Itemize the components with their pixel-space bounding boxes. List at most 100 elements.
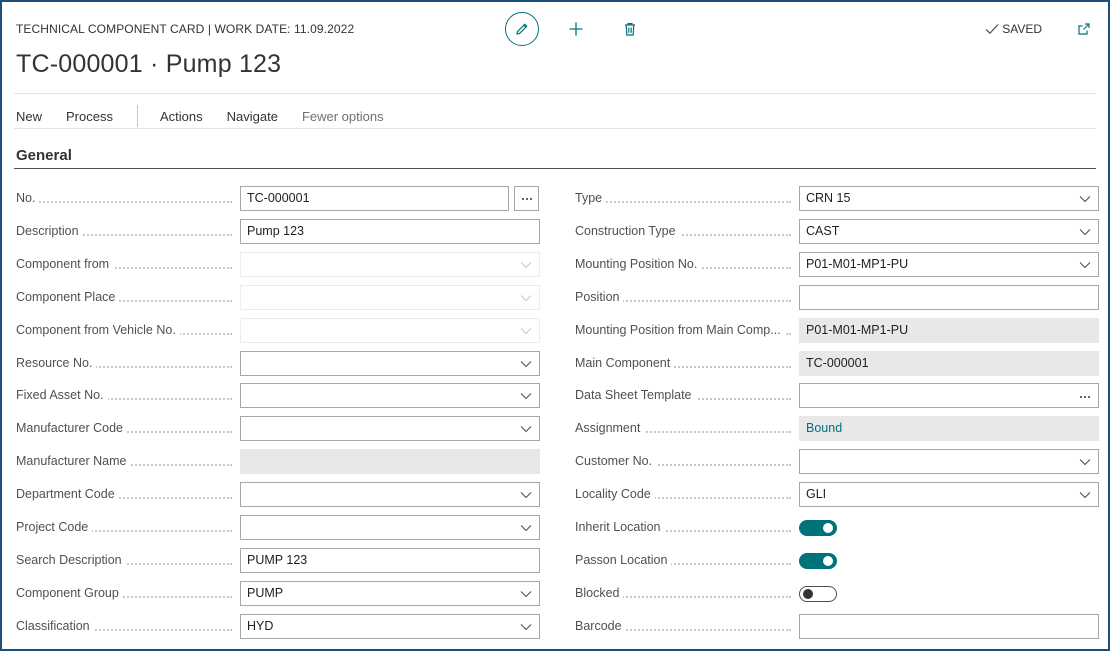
field-row-component-from: Component from [16,252,540,277]
field-row-inherit-location: Inherit Location [575,515,1099,540]
readonly-field: TC-000001 [799,351,1099,376]
field-label-text: Project Code [16,520,93,534]
readonly-link-field[interactable]: Bound [799,416,1099,441]
field-row-component-from-vehicle-no: Component from Vehicle No. [16,318,540,343]
toggle-switch[interactable] [799,586,837,602]
menu-navigate[interactable]: Navigate [227,109,278,124]
field-label: Manufacturer Code [16,416,236,441]
popout-icon [1078,23,1090,35]
text-input[interactable]: Pump 123 [240,219,540,244]
field-row-data-sheet-template: Data Sheet Template [575,383,1099,408]
field-value: TC-000001 [806,356,869,370]
field-label-text: Barcode [575,619,626,633]
field-row-search-description: Search Description PUMP 123 [16,548,540,573]
field-label: Main Component [575,351,795,376]
field-row-main-component: Main Component TC-000001 [575,351,1099,376]
field-row-mounting-position-from-main-comp: Mounting Position from Main Comp... P01-M… [575,318,1099,343]
label-leader-dots [16,201,232,203]
edit-button[interactable] [505,12,539,46]
field-row-resource-no: Resource No. [16,351,540,376]
field-label: Department Code [16,482,236,507]
field-label: Barcode [575,614,795,639]
label-leader-dots [575,201,791,203]
new-record-button[interactable] [559,12,593,46]
field-label: Data Sheet Template [575,383,795,408]
field-row-barcode: Barcode [575,614,1099,639]
field-label-text: No. [16,191,40,205]
menu-fewer-options[interactable]: Fewer options [302,109,384,124]
field-label: Assignment [575,416,795,441]
menu-process[interactable]: Process [66,109,113,124]
text-input[interactable] [799,285,1099,310]
select-input[interactable]: P01-M01-MP1-PU [799,252,1099,277]
menu-new[interactable]: New [16,109,42,124]
readonly-field: P01-M01-MP1-PU [799,318,1099,343]
field-label-text: Manufacturer Code [16,421,128,435]
select-input[interactable] [240,482,540,507]
select-input[interactable] [240,383,540,408]
field-label-text: Data Sheet Template [575,388,696,402]
field-row-department-code: Department Code [16,482,540,507]
saved-label: SAVED [1002,22,1042,36]
menu-actions[interactable]: Actions [160,109,203,124]
field-label: Position [575,285,795,310]
delete-button[interactable] [613,12,647,46]
ellipsis-icon [521,197,532,200]
field-label: Component Place [16,285,236,310]
open-in-new-window-button[interactable] [1074,19,1094,39]
field-label: Mounting Position No. [575,252,795,277]
field-label-text: Passon Location [575,553,672,567]
select-input[interactable] [240,515,540,540]
field-row-component-place: Component Place [16,285,540,310]
toggle-switch[interactable] [799,553,837,569]
select-input[interactable] [799,449,1099,474]
select-input[interactable]: CRN 15 [799,186,1099,211]
field-label: Classification [16,614,236,639]
text-input[interactable]: TC-000001 [240,186,509,211]
menu-separator [136,105,138,127]
field-label: Component from Vehicle No. [16,318,236,343]
field-label: Search Description [16,548,236,573]
chevron-down-icon [1079,459,1091,466]
ellipsis-icon[interactable] [1079,390,1091,402]
field-label: Mounting Position from Main Comp... [575,318,795,343]
toggle-switch[interactable] [799,520,837,536]
field-label-text: Fixed Asset No. [16,388,108,402]
field-label-text: Construction Type [575,224,680,238]
text-input[interactable] [799,614,1099,639]
field-row-manufacturer-name: Manufacturer Name [16,449,540,474]
field-value: HYD [247,619,274,633]
text-input[interactable]: PUMP 123 [240,548,540,573]
field-label: Project Code [16,515,236,540]
field-label: Component Group [16,581,236,606]
field-label-text: Mounting Position from Main Comp... [575,323,785,337]
field-label-text: Assignment [575,421,645,435]
select-input-disabled [240,318,540,343]
chevron-down-icon [520,591,532,598]
field-row-locality-code: Locality Code GLI [575,482,1099,507]
field-label-text: Component Place [16,290,120,304]
field-label-text: Classification [16,619,94,633]
menu-divider [14,128,1096,129]
field-label: Resource No. [16,351,236,376]
field-row-blocked: Blocked [575,581,1099,606]
field-row-position: Position [575,285,1099,310]
select-input[interactable] [240,351,540,376]
field-label-text: Position [575,290,624,304]
select-input[interactable]: GLI [799,482,1099,507]
field-label-text: Inherit Location [575,520,665,534]
assist-edit-button[interactable] [514,186,539,211]
select-input[interactable] [240,416,540,441]
lookup-input[interactable] [799,383,1099,408]
select-input[interactable]: CAST [799,219,1099,244]
select-input[interactable]: PUMP [240,581,540,606]
field-label: Locality Code [575,482,795,507]
field-row-classification: Classification HYD [16,614,540,639]
field-value: CAST [806,224,840,238]
select-input[interactable]: HYD [240,614,540,639]
field-label: Component from [16,252,236,277]
field-value: GLI [806,487,827,501]
toggle-knob [803,589,813,599]
section-title-general[interactable]: General [16,147,72,164]
field-label-text: Component from [16,257,114,271]
